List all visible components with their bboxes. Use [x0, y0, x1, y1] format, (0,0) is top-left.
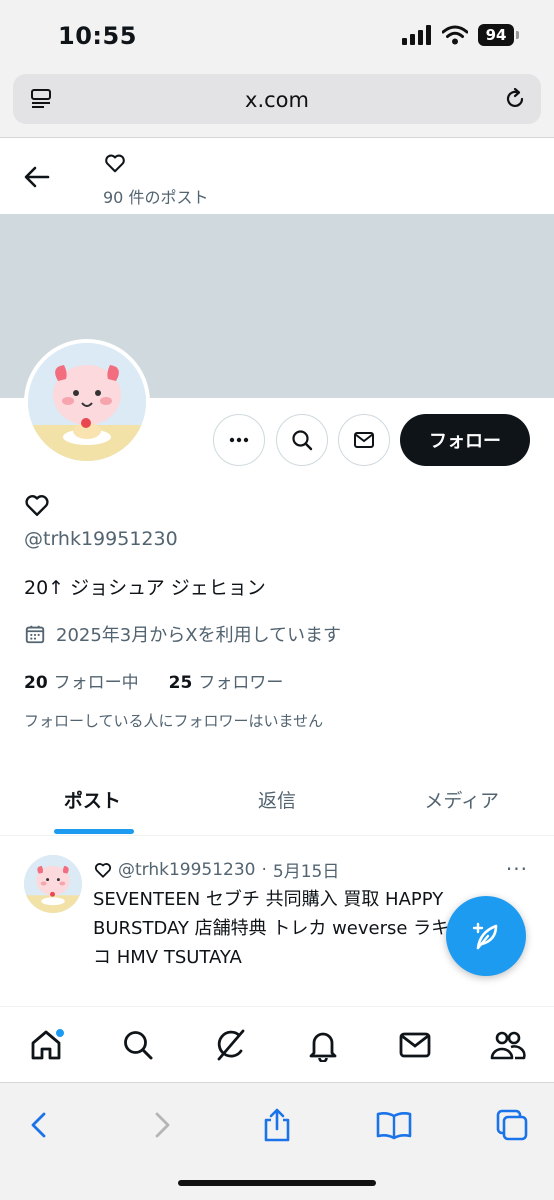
followers-label: フォロワー [198, 673, 284, 693]
status-icons: 94 [402, 24, 519, 46]
search-icon [124, 1030, 153, 1059]
communities-icon [490, 1031, 526, 1059]
tab-posts[interactable]: ポスト [0, 760, 185, 835]
home-indicator [178, 1180, 376, 1186]
tabs-icon [496, 1109, 528, 1141]
post-count: 90 件のポスト [103, 188, 209, 207]
app-bottom-nav [0, 1006, 554, 1082]
nav-search[interactable] [113, 1020, 163, 1070]
post-heart-icon [94, 862, 112, 878]
follow-button[interactable]: フォロー [400, 414, 530, 466]
back-icon [31, 1112, 46, 1138]
more-options-button[interactable] [213, 414, 265, 466]
nav-messages[interactable] [390, 1020, 440, 1070]
url-text[interactable]: x.com [13, 88, 541, 112]
browser-bookmarks-button[interactable] [372, 1103, 416, 1147]
search-profile-button[interactable] [276, 414, 328, 466]
profile-tabs: ポスト 返信 メディア [0, 760, 554, 836]
compose-post-button[interactable] [446, 896, 526, 976]
following-link[interactable]: 20 フォロー中 [24, 668, 139, 693]
grok-icon [217, 1029, 245, 1060]
heart-icon [105, 154, 125, 173]
message-button[interactable] [338, 414, 390, 466]
more-icon [229, 437, 249, 443]
following-count: 20 [24, 673, 48, 693]
browser-forward-button[interactable] [139, 1103, 183, 1147]
followers-count: 25 [168, 673, 193, 693]
calendar-icon [25, 625, 45, 644]
bell-icon [309, 1032, 337, 1062]
cellular-signal-icon [402, 25, 431, 45]
wifi-icon [442, 25, 468, 45]
avatar-illustration [28, 343, 146, 461]
message-icon [354, 432, 374, 448]
post-more-button[interactable]: ··· [506, 857, 528, 881]
home-notification-dot [55, 1027, 66, 1038]
profile-top-header: 90 件のポスト [0, 138, 554, 214]
profile-handle: @trhk19951230 [24, 528, 178, 550]
browser-tabs-button[interactable] [490, 1103, 534, 1147]
browser-address-area: x.com [0, 70, 554, 138]
display-name-heart-icon [25, 495, 49, 516]
compose-feather-icon [472, 922, 498, 950]
joined-text: 2025年3月からXを利用しています [56, 625, 342, 646]
search-icon [292, 430, 313, 451]
post-avatar[interactable] [24, 855, 82, 913]
forward-icon [155, 1112, 170, 1138]
battery-indicator: 94 [478, 24, 519, 46]
followers-link[interactable]: 25 フォロワー [169, 668, 284, 693]
reload-icon[interactable] [503, 87, 527, 111]
bookmarks-icon [376, 1112, 412, 1140]
profile-bio: 20↑ ジョシュア ジェヒョン [24, 577, 266, 599]
nav-communities[interactable] [483, 1020, 533, 1070]
active-tab-indicator [54, 829, 134, 834]
post-avatar-illustration [24, 855, 82, 913]
following-label: フォロー中 [53, 673, 139, 693]
mutual-followers-note: フォローしている人にフォロワーはいません [24, 712, 324, 730]
mail-icon [400, 1032, 431, 1057]
profile-avatar[interactable] [24, 339, 150, 465]
address-bar[interactable]: x.com [13, 74, 541, 124]
post-handle[interactable]: @trhk19951230 [118, 860, 256, 880]
nav-grok[interactable] [206, 1020, 256, 1070]
post-date[interactable]: 5月15日 [273, 857, 339, 882]
tab-replies[interactable]: 返信 [185, 760, 370, 835]
post-separator: · [261, 859, 267, 880]
nav-home[interactable] [21, 1020, 71, 1070]
browser-share-button[interactable] [255, 1103, 299, 1147]
tab-media[interactable]: メディア [369, 760, 554, 835]
joined-date: 2025年3月からXを利用しています [24, 621, 341, 647]
follow-stats: 20 フォロー中 25 フォロワー [24, 668, 283, 693]
post-meta: @trhk19951230 · 5月15日 [94, 857, 339, 882]
back-arrow-icon[interactable] [22, 162, 52, 192]
share-icon [264, 1108, 290, 1142]
browser-back-button[interactable] [18, 1103, 62, 1147]
nav-notifications[interactable] [298, 1020, 348, 1070]
status-bar: 10:55 94 [0, 0, 554, 70]
status-time: 10:55 [58, 22, 137, 50]
